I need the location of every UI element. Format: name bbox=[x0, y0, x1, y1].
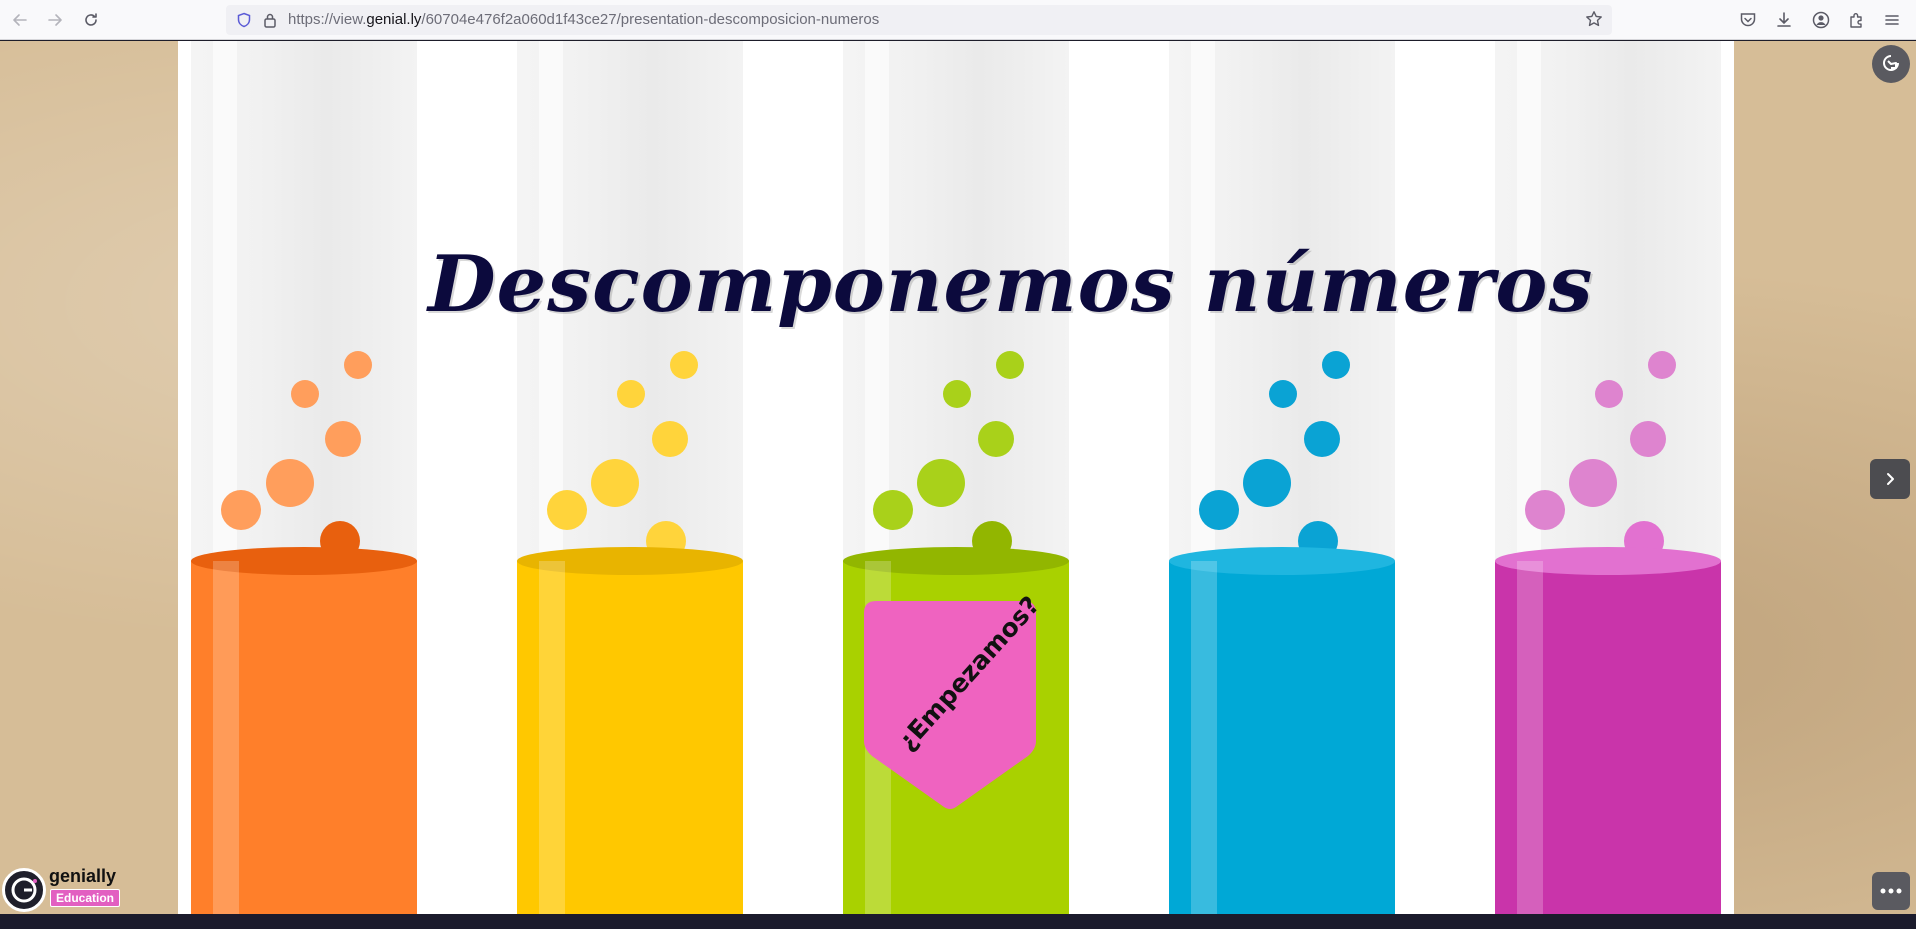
bubble-pink-1 bbox=[1525, 490, 1565, 530]
bubble-green-1 bbox=[873, 490, 913, 530]
bubble-orange-2 bbox=[266, 459, 314, 507]
bubble-yellow-3 bbox=[652, 421, 688, 457]
bubble-pink-4 bbox=[1595, 380, 1623, 408]
bubble-orange-3 bbox=[325, 421, 361, 457]
url-host: genial.ly bbox=[366, 11, 422, 28]
liquid-orange bbox=[191, 547, 417, 914]
bubble-green-5 bbox=[996, 351, 1024, 379]
reload-button[interactable] bbox=[79, 8, 103, 32]
presentation-slide: Descomponemos números ¿Empezamos? bbox=[178, 41, 1734, 914]
liquid-yellow bbox=[517, 547, 743, 914]
bubble-orange-4 bbox=[291, 380, 319, 408]
liquid-pink bbox=[1495, 547, 1721, 914]
bubble-pink-5 bbox=[1648, 351, 1676, 379]
bubble-yellow-5 bbox=[670, 351, 698, 379]
bubble-blue-1 bbox=[1199, 490, 1239, 530]
bubble-yellow-1 bbox=[547, 490, 587, 530]
start-button[interactable]: ¿Empezamos? bbox=[864, 590, 1045, 811]
bubble-pink-2 bbox=[1569, 459, 1617, 507]
bottom-strip bbox=[0, 914, 1916, 929]
bubble-yellow-2 bbox=[591, 459, 639, 507]
genially-logo-icon bbox=[11, 877, 37, 903]
next-slide-button[interactable] bbox=[1870, 459, 1910, 499]
hamburger-menu-icon bbox=[1885, 15, 1899, 25]
bubble-green-3 bbox=[978, 421, 1014, 457]
page-viewport: Descomponemos números ¿Empezamos? genial… bbox=[0, 41, 1916, 914]
account-button[interactable] bbox=[1809, 8, 1833, 32]
star-icon bbox=[1586, 11, 1602, 27]
url-path: /60704e476f2a060d1f43ce27/presentation-d… bbox=[421, 11, 880, 28]
lock-icon[interactable] bbox=[263, 12, 277, 28]
bubble-blue-5 bbox=[1322, 351, 1350, 379]
back-button[interactable] bbox=[8, 8, 32, 32]
bubble-pink-3 bbox=[1630, 421, 1666, 457]
liquid-yellow-shine bbox=[539, 561, 565, 914]
pocket-icon bbox=[1740, 13, 1756, 27]
reload-icon bbox=[85, 13, 97, 26]
extensions-button[interactable] bbox=[1845, 8, 1869, 32]
fullscreen-button[interactable] bbox=[1872, 45, 1910, 83]
pocket-button[interactable] bbox=[1736, 8, 1760, 32]
browser-toolbar: https://view.genial.ly/60704e476f2a060d1… bbox=[0, 0, 1916, 40]
bubble-green-2 bbox=[917, 459, 965, 507]
url-text[interactable]: https://view.genial.ly/60704e476f2a060d1… bbox=[288, 5, 879, 35]
bubble-orange-5 bbox=[344, 351, 372, 379]
bubble-blue-3 bbox=[1304, 421, 1340, 457]
liquid-pink-shine bbox=[1517, 561, 1543, 914]
menu-button[interactable] bbox=[1880, 8, 1904, 32]
fullscreen-icon bbox=[1883, 55, 1899, 71]
liquid-blue-shine bbox=[1191, 561, 1217, 914]
bubble-blue-2 bbox=[1243, 459, 1291, 507]
genially-edition-badge: Education bbox=[50, 889, 121, 907]
genially-logo[interactable] bbox=[2, 868, 46, 912]
shield-icon[interactable] bbox=[236, 12, 252, 28]
download-icon bbox=[1777, 12, 1791, 27]
liquid-blue bbox=[1169, 547, 1395, 914]
liquid-orange-shine bbox=[213, 561, 239, 914]
forward-button[interactable] bbox=[43, 8, 67, 32]
more-options-button[interactable] bbox=[1872, 872, 1910, 910]
slide-title: Descomponemos números bbox=[428, 239, 1594, 330]
puzzle-icon bbox=[1850, 13, 1862, 28]
account-icon bbox=[1812, 11, 1830, 29]
bubble-yellow-4 bbox=[617, 380, 645, 408]
genially-brand: genially bbox=[49, 866, 117, 886]
arrow-right-icon bbox=[48, 14, 62, 26]
bubble-blue-4 bbox=[1269, 380, 1297, 408]
arrow-left-icon bbox=[13, 14, 27, 26]
more-dots-icon bbox=[1880, 888, 1902, 894]
bubble-orange-1 bbox=[221, 490, 261, 530]
downloads-button[interactable] bbox=[1772, 8, 1796, 32]
chevron-right-icon bbox=[1887, 473, 1894, 485]
url-bar[interactable]: https://view.genial.ly/60704e476f2a060d1… bbox=[226, 5, 1612, 35]
url-prefix: https://view. bbox=[288, 11, 367, 28]
bookmark-star-button[interactable] bbox=[1584, 10, 1604, 30]
bubble-green-4 bbox=[943, 380, 971, 408]
